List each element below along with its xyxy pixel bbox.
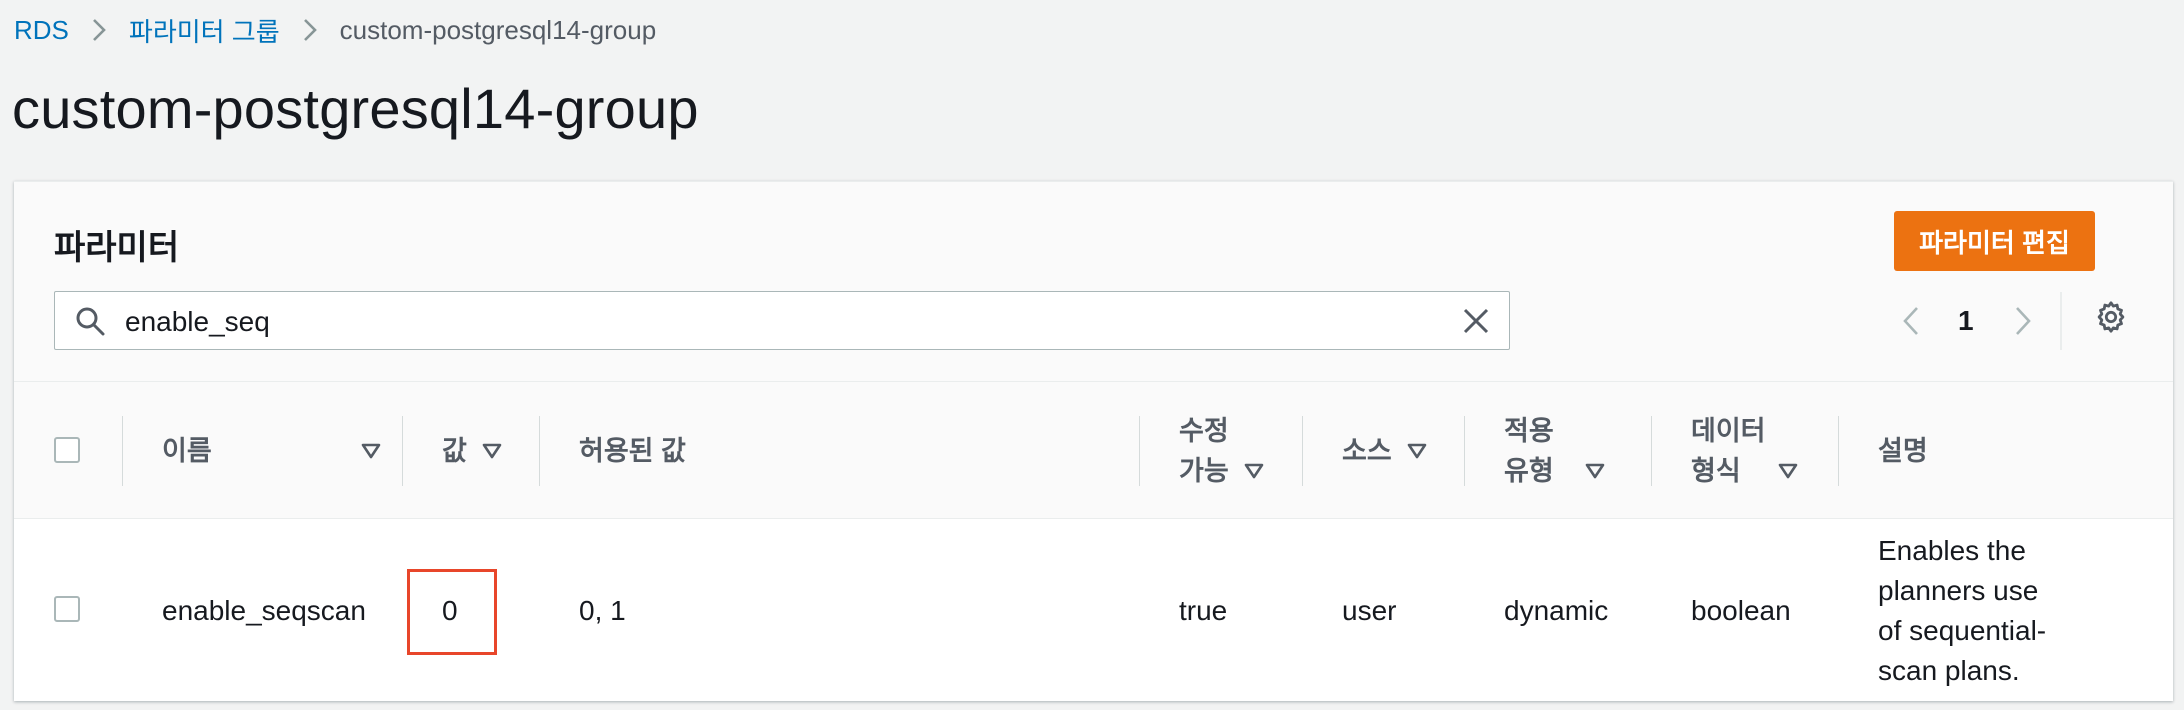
column-divider — [1464, 416, 1465, 486]
select-all-checkbox[interactable] — [54, 437, 80, 463]
edit-parameters-button[interactable]: 파라미터 편집 — [1894, 211, 2095, 271]
chevron-right-icon — [302, 17, 318, 43]
column-header-name-label: 이름 — [162, 435, 212, 466]
sort-caret-icon[interactable] — [1243, 462, 1265, 480]
page-title: custom-postgresql14-group — [12, 77, 699, 140]
close-icon[interactable] — [1461, 306, 1491, 341]
column-divider — [1651, 416, 1652, 486]
column-header-data-type[interactable]: 데이터 형식 — [1691, 382, 1799, 519]
sort-caret-icon[interactable] — [360, 442, 382, 460]
column-divider — [1139, 416, 1140, 486]
column-divider — [539, 416, 540, 486]
cell-allowed-values: 0, 1 — [579, 594, 626, 626]
parameters-panel: 파라미터 파라미터 편집 enable_seq 1 이름 값 허용된 값 수정 … — [14, 181, 2173, 701]
cell-data-type: boolean — [1691, 594, 1791, 626]
column-divider — [402, 416, 403, 486]
column-header-apply-text: 유형 — [1504, 455, 1554, 486]
column-divider — [122, 416, 123, 486]
chevron-right-icon[interactable] — [2014, 306, 2032, 341]
column-divider — [1302, 416, 1303, 486]
column-header-datatype-label: 데이터 — [1691, 415, 1766, 446]
cell-description: Enables the planners use of sequential-s… — [1878, 534, 2047, 686]
table-row[interactable]: enable_seqscan 0 0, 1 true user dynamic … — [14, 519, 2173, 702]
column-header-description: 설명 — [1878, 382, 1928, 519]
column-header-value[interactable]: 값 — [442, 382, 503, 519]
column-header-datatype-label-2: 형식 — [1691, 451, 1799, 491]
search-icon — [75, 306, 105, 341]
sort-caret-icon[interactable] — [1406, 442, 1428, 460]
panel-title: 파라미터 — [54, 229, 180, 267]
sort-caret-icon[interactable] — [1777, 462, 1799, 480]
search-value: enable_seq — [125, 306, 270, 337]
sort-caret-icon[interactable] — [481, 442, 503, 460]
breadcrumb: RDS 파라미터 그룹 custom-postgresql14-group — [14, 12, 656, 48]
column-header-description-label: 설명 — [1878, 435, 1928, 466]
breadcrumb-current: custom-postgresql14-group — [339, 14, 657, 45]
column-header-apply-label: 적용 — [1504, 415, 1554, 446]
divider — [2060, 292, 2062, 350]
column-header-modifiable-label-2: 가능 — [1179, 451, 1265, 491]
search-input[interactable]: enable_seq — [54, 291, 1510, 350]
chevron-right-icon — [91, 17, 107, 43]
column-header-modifiable[interactable]: 수정 가능 — [1179, 382, 1265, 519]
sort-caret-icon[interactable] — [1584, 462, 1606, 480]
page-number[interactable]: 1 — [1958, 305, 1974, 337]
column-header-modifiable-label: 수정 — [1179, 415, 1229, 446]
table-header: 이름 값 허용된 값 수정 가능 소스 적용 유형 데이터 형식 설명 — [14, 382, 2173, 519]
column-header-name[interactable]: 이름 — [162, 382, 382, 519]
gear-icon[interactable] — [2094, 300, 2128, 339]
cell-modifiable: true — [1179, 594, 1228, 626]
cell-apply-type: dynamic — [1504, 594, 1609, 626]
column-header-apply-type[interactable]: 적용 유형 — [1504, 382, 1606, 519]
column-header-allowed-label: 허용된 값 — [579, 435, 686, 466]
column-header-source[interactable]: 소스 — [1342, 382, 1428, 519]
breadcrumb-rds-link[interactable]: RDS — [14, 15, 69, 46]
panel-header: 파라미터 파라미터 편집 enable_seq 1 — [14, 182, 2173, 382]
row-checkbox[interactable] — [54, 596, 80, 622]
column-divider — [1838, 416, 1839, 486]
column-header-apply-label-2: 유형 — [1504, 451, 1606, 491]
column-header-source-label: 소스 — [1342, 435, 1392, 466]
column-header-value-label: 값 — [442, 435, 467, 466]
column-header-allowed-values: 허용된 값 — [579, 382, 686, 519]
cell-source: user — [1342, 594, 1397, 626]
chevron-left-icon[interactable] — [1902, 306, 1920, 341]
cell-value: 0 — [442, 594, 458, 626]
column-header-modifiable-text: 가능 — [1179, 455, 1229, 486]
breadcrumb-parameter-groups-link[interactable]: 파라미터 그룹 — [129, 12, 280, 49]
column-header-datatype-text: 형식 — [1691, 455, 1741, 486]
cell-name: enable_seqscan — [162, 594, 366, 626]
